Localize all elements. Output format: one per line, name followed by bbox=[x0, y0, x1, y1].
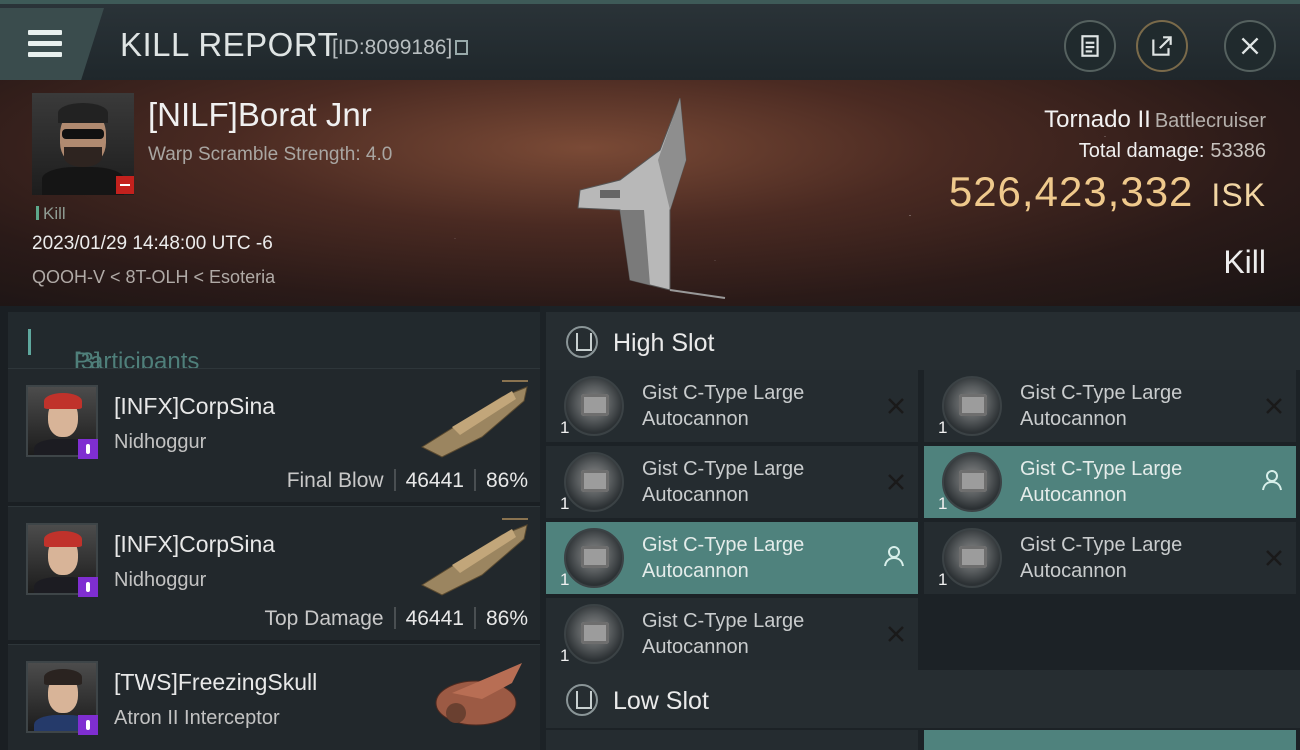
kill-datetime: 2023/01/29 14:48:00 UTC -6 bbox=[32, 233, 273, 254]
participant-ship: Nidhoggur bbox=[114, 431, 207, 453]
alliance-badge bbox=[78, 439, 98, 459]
participant-name: [INFX]CorpSina bbox=[114, 393, 276, 419]
copy-icon[interactable] bbox=[455, 40, 469, 55]
autocannon-icon bbox=[564, 452, 624, 512]
destroyed-icon bbox=[888, 474, 904, 490]
autocannon-icon bbox=[942, 376, 1002, 436]
low-slot-icon bbox=[566, 684, 598, 716]
destroyed-icon bbox=[888, 626, 904, 642]
alliance-badge bbox=[78, 715, 98, 735]
participant-row[interactable]: [TWS]FreezingSkull Atron II Interceptor bbox=[8, 644, 540, 750]
module-item[interactable]: 1 Gist C-Type Large Autocannon bbox=[924, 370, 1296, 442]
share-button[interactable] bbox=[1136, 20, 1188, 72]
destroyed-icon bbox=[1266, 550, 1282, 566]
destroyed-icon bbox=[888, 398, 904, 414]
kill-tag: Kill bbox=[36, 204, 66, 224]
high-slot-icon bbox=[566, 326, 598, 358]
page-title: KILL REPORT bbox=[120, 26, 339, 63]
dropped-person-icon bbox=[1262, 470, 1282, 491]
autocannon-icon bbox=[564, 376, 624, 436]
victim-ship-image[interactable] bbox=[560, 90, 740, 300]
victim-name[interactable]: [NILF]Borat Jnr bbox=[148, 96, 372, 134]
module-item[interactable] bbox=[546, 730, 918, 750]
participant-ship: Atron II Interceptor bbox=[114, 707, 280, 729]
clipboard-button[interactable] bbox=[1064, 20, 1116, 72]
warp-scramble-strength: Warp Scramble Strength: 4.0 bbox=[148, 144, 393, 165]
module-item[interactable]: 1 Gist C-Type Large Autocannon bbox=[546, 522, 918, 594]
low-slot-header: Low Slot bbox=[546, 670, 1300, 728]
kill-location[interactable]: QOOH-V < 8T-OLH < Esoteria bbox=[32, 267, 275, 288]
participant-row[interactable]: [INFX]CorpSina Nidhoggur Top Damage 46441… bbox=[8, 506, 540, 640]
autocannon-icon bbox=[942, 528, 1002, 588]
module-item[interactable]: 1 Gist C-Type Large Autocannon bbox=[546, 598, 918, 670]
participant-row[interactable]: [INFX]CorpSina Nidhoggur Final Blow 46441… bbox=[8, 368, 540, 502]
participants-panel: Participants [3] [INFX]CorpSina Nidhoggu… bbox=[0, 306, 540, 750]
autocannon-icon bbox=[942, 452, 1002, 512]
participant-name: [INFX]CorpSina bbox=[114, 531, 276, 557]
hamburger-icon bbox=[28, 30, 62, 35]
participant-name: [TWS]FreezingSkull bbox=[114, 669, 318, 695]
participants-header[interactable]: Participants [3] bbox=[8, 312, 540, 375]
report-id: [ID:8099186] bbox=[332, 36, 469, 60]
report-id-text: [ID:8099186] bbox=[332, 36, 453, 59]
close-button[interactable] bbox=[1224, 20, 1276, 72]
module-item[interactable] bbox=[924, 730, 1296, 750]
module-item[interactable]: 1 Gist C-Type Large Autocannon bbox=[924, 522, 1296, 594]
fitting-panel: High Slot 1 Gist C-Type Large Autocannon… bbox=[540, 306, 1300, 750]
participant-stats: Final Blow 46441 86% bbox=[286, 469, 528, 492]
victim-banner: [NILF]Borat Jnr Warp Scramble Strength: … bbox=[0, 80, 1300, 306]
report-result: Kill bbox=[1223, 244, 1266, 280]
title-bar: KILL REPORT [ID:8099186] bbox=[0, 0, 1300, 80]
module-item[interactable]: 1 Gist C-Type Large Autocannon bbox=[546, 370, 918, 442]
standing-badge bbox=[116, 176, 134, 194]
ship-class: Battlecruiser bbox=[1154, 110, 1266, 132]
total-damage: Total damage: 53386 bbox=[1078, 140, 1266, 162]
module-item[interactable]: 1 Gist C-Type Large Autocannon bbox=[924, 446, 1296, 518]
victim-ship[interactable]: Tornado II Battlecruiser bbox=[1044, 106, 1266, 134]
dropped-person-icon bbox=[884, 546, 904, 567]
participant-stats: Top Damage 46441 86% bbox=[264, 607, 528, 630]
high-slot-header: High Slot bbox=[546, 312, 1300, 370]
ship-name: Tornado II bbox=[1044, 106, 1151, 133]
clipboard-icon bbox=[1081, 35, 1099, 57]
alliance-badge bbox=[78, 577, 98, 597]
menu-button[interactable] bbox=[0, 8, 104, 80]
participant-ship-image bbox=[420, 380, 528, 458]
participant-ship-image bbox=[435, 663, 522, 726]
destroyed-icon bbox=[1266, 398, 1282, 414]
isk-value: 526,423,332 ISK bbox=[948, 168, 1266, 215]
autocannon-icon bbox=[564, 528, 624, 588]
participant-ship-image bbox=[420, 518, 528, 596]
module-item[interactable]: 1 Gist C-Type Large Autocannon bbox=[546, 446, 918, 518]
share-icon bbox=[1152, 36, 1172, 56]
autocannon-icon bbox=[564, 604, 624, 664]
close-icon bbox=[1241, 37, 1259, 55]
participant-ship: Nidhoggur bbox=[114, 569, 207, 591]
